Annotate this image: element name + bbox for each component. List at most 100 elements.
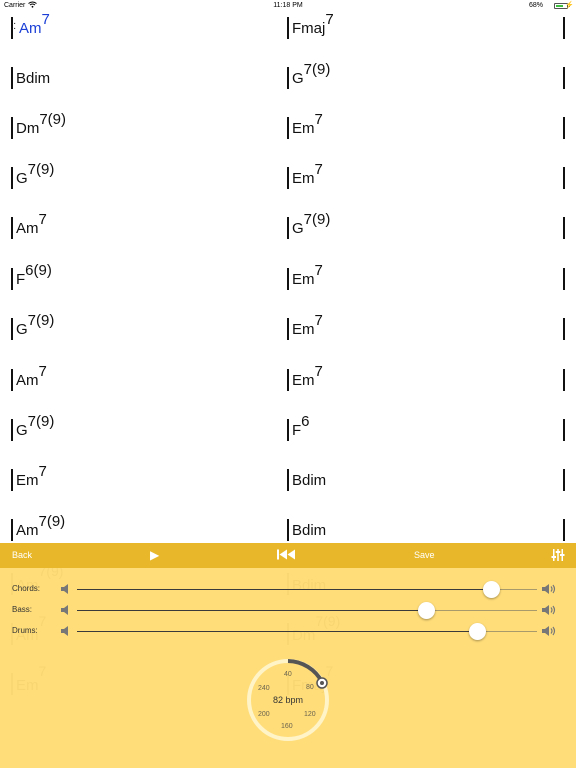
volume-low-icon bbox=[60, 582, 72, 594]
end-bar-line bbox=[563, 519, 565, 541]
bar-line bbox=[287, 17, 289, 39]
battery-percent: 68% bbox=[528, 2, 543, 9]
bar-line bbox=[11, 217, 13, 239]
chord-extension: 7 bbox=[38, 211, 47, 228]
chord-symbol: Em7 bbox=[292, 313, 323, 338]
bar-line bbox=[11, 469, 13, 491]
chord-symbol: Em7 bbox=[292, 364, 323, 389]
chord-extension: 7(9) bbox=[27, 312, 55, 329]
chord-symbol: Bdim bbox=[16, 70, 50, 87]
bar-line bbox=[287, 117, 289, 139]
repeat-start-icon: · · bbox=[13, 18, 17, 34]
chord-symbol: F6(9) bbox=[16, 263, 52, 288]
chord-root: Em bbox=[292, 321, 315, 338]
bar-line bbox=[287, 167, 289, 189]
chord-row: G7(9) F6 bbox=[0, 414, 576, 464]
save-button[interactable]: Save bbox=[414, 550, 435, 560]
bar-line bbox=[11, 419, 13, 441]
app-screen: Carrier 11:18 PM 68% ⚡ · · Am7 Fmaj7 Bdim G7(… bbox=[0, 0, 576, 768]
chord-root: Bdim bbox=[292, 472, 327, 489]
chord-symbol: Em7 bbox=[292, 162, 323, 187]
tempo-tick: 80 bbox=[306, 684, 314, 691]
rewind-to-start-icon[interactable] bbox=[277, 549, 297, 563]
chord-symbol: Am7 bbox=[19, 12, 50, 37]
end-bar-line bbox=[563, 419, 565, 441]
chord-symbol: G7(9) bbox=[16, 313, 54, 338]
chord-symbol: Am7 bbox=[16, 212, 47, 237]
chord-row: Dm7(9) Em7 bbox=[0, 112, 576, 162]
chord-root: F bbox=[292, 422, 302, 439]
bass-volume-thumb[interactable] bbox=[418, 602, 436, 619]
chord-root: Em bbox=[16, 472, 39, 489]
chord-row: Bdim G7(9) bbox=[0, 62, 576, 112]
bar-line bbox=[287, 369, 289, 391]
bar-line bbox=[287, 469, 289, 491]
tempo-tick: 120 bbox=[304, 711, 316, 718]
drums-volume-thumb[interactable] bbox=[468, 623, 486, 640]
chord-symbol: Dm7(9) bbox=[16, 112, 66, 137]
chord-row: G7(9) Em7 bbox=[0, 313, 576, 363]
back-button[interactable]: Back bbox=[12, 550, 32, 560]
chord-root: F bbox=[16, 271, 26, 288]
end-bar-line bbox=[563, 167, 565, 189]
chord-extension: 7 bbox=[325, 11, 334, 28]
bar-line bbox=[11, 318, 13, 340]
tempo-tick: 160 bbox=[281, 723, 293, 730]
chord-root: G bbox=[292, 220, 304, 237]
chord-extension: 7(9) bbox=[27, 161, 55, 178]
chord-root: Fmaj bbox=[292, 20, 326, 37]
clock: 11:18 PM bbox=[273, 2, 303, 9]
end-bar-line bbox=[563, 469, 565, 491]
chord-row: Am7 Em7 bbox=[0, 364, 576, 414]
chord-row: · · Am7 Fmaj7 bbox=[0, 12, 576, 62]
bass-volume-fill bbox=[77, 609, 427, 611]
chord-root: Am bbox=[16, 372, 39, 389]
chord-root: Bdim bbox=[16, 70, 51, 87]
end-bar-line bbox=[563, 318, 565, 340]
chord-extension: 6(9) bbox=[25, 262, 52, 279]
drums-volume-fill bbox=[77, 630, 478, 632]
drums-volume-row: Drums: bbox=[0, 622, 576, 642]
chord-extension: 6 bbox=[301, 413, 310, 430]
chord-symbol: G7(9) bbox=[16, 162, 54, 187]
chord-root: Am bbox=[19, 20, 42, 37]
play-icon[interactable]: ▶ bbox=[150, 548, 159, 562]
chord-extension: 7 bbox=[38, 363, 47, 380]
chord-root: G bbox=[16, 170, 28, 187]
chord-extension: 7 bbox=[314, 312, 323, 329]
volume-high-icon bbox=[541, 582, 557, 594]
chord-symbol: Bdim bbox=[292, 472, 326, 489]
chord-root: Am bbox=[16, 522, 39, 539]
tempo-bpm-label: 82 bpm bbox=[272, 695, 304, 705]
chords-volume-thumb[interactable] bbox=[482, 581, 500, 598]
chord-symbol: Am7(9) bbox=[16, 514, 65, 539]
chord-extension: 7 bbox=[314, 262, 323, 279]
chords-label: Chords: bbox=[12, 584, 41, 593]
chord-symbol: G7(9) bbox=[292, 212, 330, 237]
bar-line bbox=[11, 117, 13, 139]
bar-line bbox=[11, 67, 13, 89]
chord-root: Em bbox=[292, 120, 315, 137]
end-bar-line bbox=[563, 67, 565, 89]
bar-line bbox=[287, 519, 289, 541]
bar-line bbox=[287, 268, 289, 290]
chord-row: Am7 G7(9) bbox=[0, 212, 576, 262]
end-bar-line bbox=[563, 369, 565, 391]
chord-symbol: Em7 bbox=[292, 263, 323, 288]
tempo-tick: 40 bbox=[284, 671, 292, 678]
mixer-settings-icon[interactable] bbox=[551, 548, 565, 562]
chord-root: G bbox=[16, 422, 28, 439]
volume-low-icon bbox=[60, 603, 72, 615]
chords-volume-fill bbox=[77, 588, 491, 590]
bar-line bbox=[11, 268, 13, 290]
chord-extension: 7 bbox=[38, 463, 47, 480]
bar-line bbox=[11, 519, 13, 541]
chord-root: Em bbox=[292, 271, 315, 288]
chord-extension: 7 bbox=[314, 161, 323, 178]
playback-toolbar: Back ▶ Save bbox=[0, 543, 576, 568]
chord-extension: 7(9) bbox=[38, 513, 66, 530]
chord-extension: 7 bbox=[41, 11, 50, 28]
chord-symbol: Bdim bbox=[292, 522, 326, 539]
chord-extension: 7 bbox=[314, 111, 323, 128]
chord-root: Dm bbox=[16, 120, 40, 137]
